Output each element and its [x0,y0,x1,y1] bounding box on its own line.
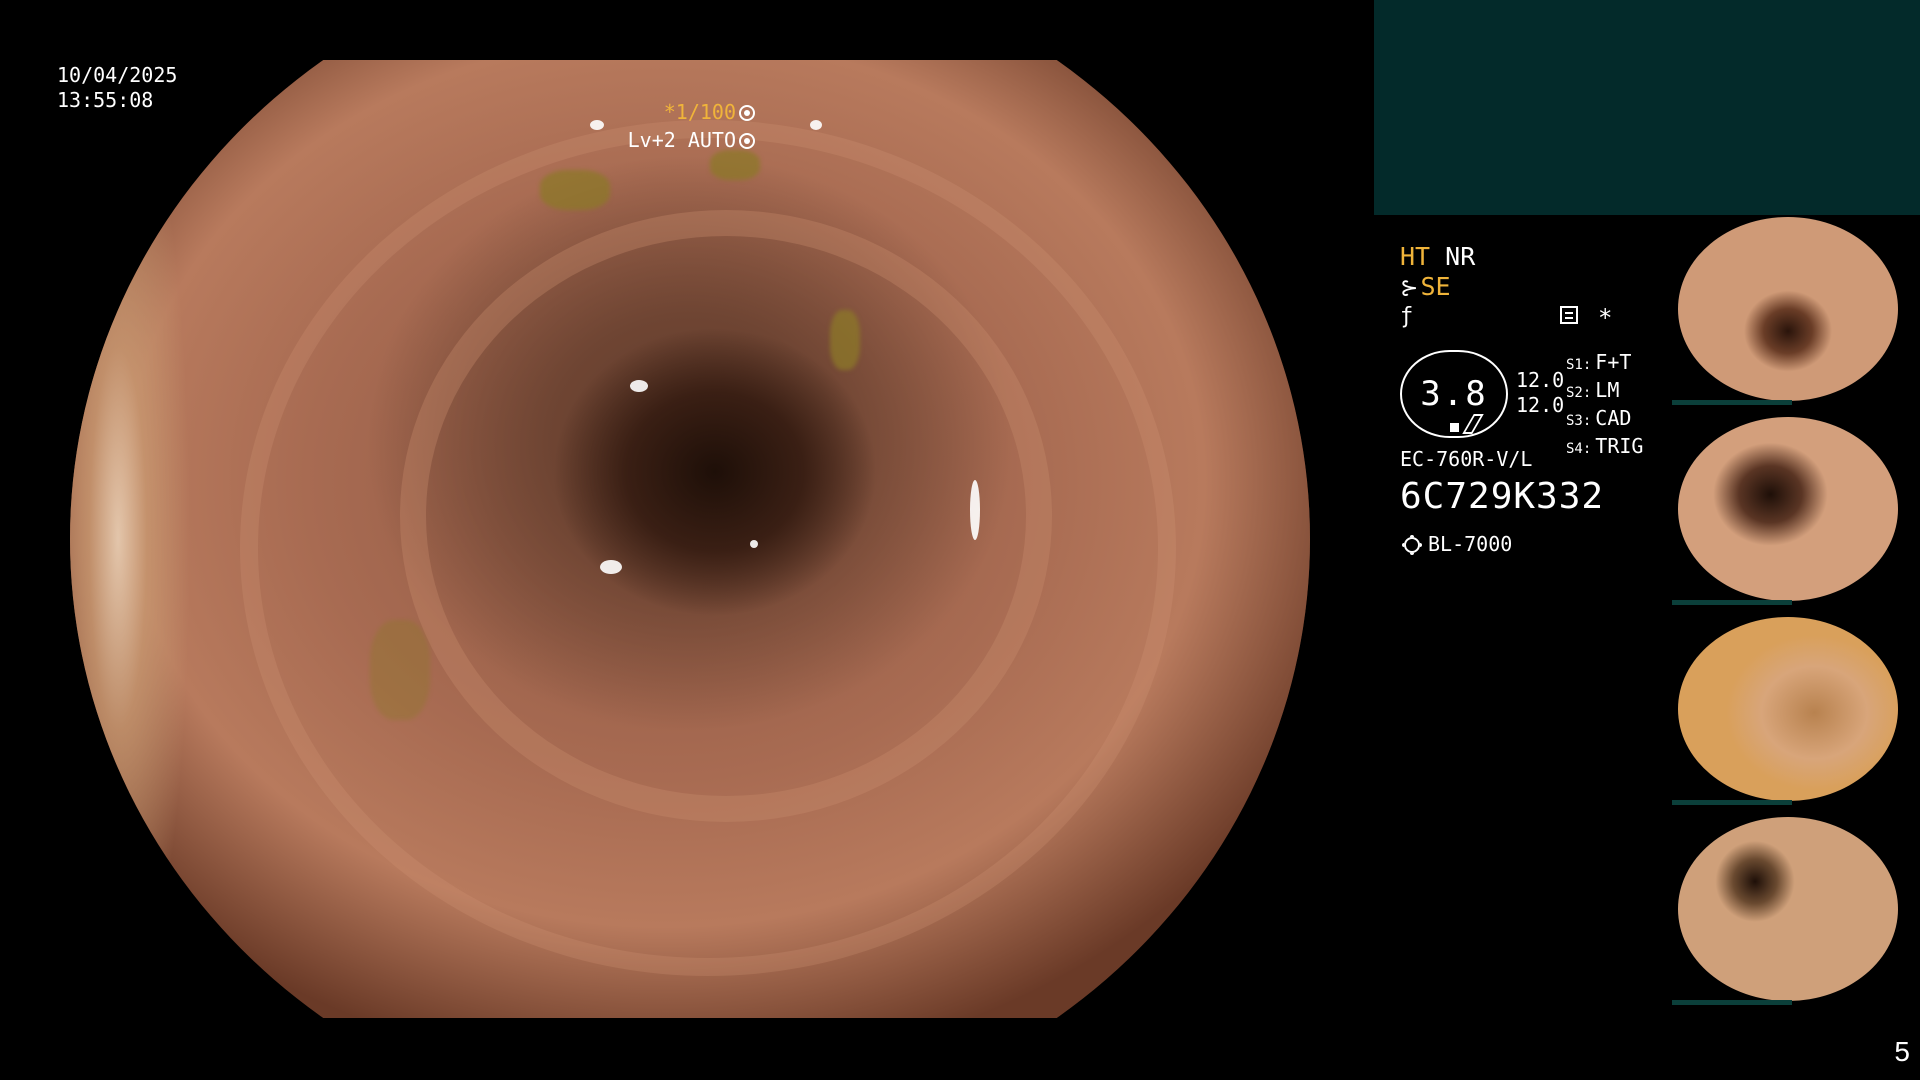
structure-enhance-icon: ⊱ [1400,276,1419,301]
value-column: 12.0 12.0 [1516,368,1564,418]
switch-key: S3: [1566,413,1592,429]
magnification-badge: 3.8 [1400,350,1508,438]
light-glare [590,120,604,130]
scope-serial: 6C729K332 [1400,476,1605,517]
ht-label: HT [1400,242,1431,271]
se-line: ⊱SE [1400,272,1451,301]
thumbnail-bar [1672,1000,1792,1005]
light-glare [970,480,980,540]
thumbnail-2[interactable] [1672,415,1904,605]
nr-label: NR [1445,242,1476,271]
info-header-box [1374,0,1920,215]
ht-nr-line: HT NR [1400,242,1475,271]
thumbnail-1[interactable] [1672,215,1904,405]
light-source-line: BL-7000 [1400,532,1512,556]
thumbnail-3[interactable] [1672,615,1904,805]
badge-bend-icon [1462,414,1484,434]
shutter-icon [739,105,755,121]
debris-spot [540,170,610,210]
switch-item: S1: F+T [1566,350,1643,378]
thumbnail-bar [1672,400,1792,405]
mucosal-fold [240,120,1176,976]
date-text: 10/04/2025 [57,63,178,87]
light-glare [750,540,758,548]
se-label: SE [1420,272,1451,301]
debris-spot [370,620,430,720]
shutter-text: *1/100 [663,100,736,124]
switch-key: S1: [1566,357,1592,373]
star-mark: * [1598,304,1613,332]
switch-key: S2: [1566,385,1592,401]
thumbnail-bar [1672,800,1792,805]
scope-model: EC-760R-V/L [1400,447,1533,471]
light-glare [600,560,622,574]
captured-thumbnails [1672,215,1920,1015]
switch-key: S4: [1566,441,1592,457]
level-text: Lv+2 AUTO [627,128,736,152]
thumbnail-4[interactable] [1672,815,1904,1005]
scope-switch-list: S1: F+T S2: LM S3: CAD S4: TRIG [1566,350,1643,462]
debris-spot [710,150,760,180]
switch-value: F+T [1595,350,1632,374]
badge-square-icon [1450,423,1459,432]
filter-icon: ƒ [1400,304,1414,329]
time-text: 13:55:08 [57,88,154,112]
auto-icon [739,133,755,149]
switch-item: S4: TRIG [1566,434,1643,462]
thumbnail-image [1678,817,1898,1001]
value-1: 12.0 [1516,368,1565,392]
debris-spot [830,310,860,370]
endoscope-live-image [70,60,1310,1018]
thumbnail-image [1678,617,1898,801]
switch-value: LM [1595,378,1620,402]
value-2: 12.0 [1516,393,1565,417]
badge-value: 3.8 [1420,374,1488,414]
light-source-label: BL-7000 [1428,532,1513,556]
scope-light-rim [70,60,190,1018]
thumbnail-image [1678,217,1898,401]
switch-item: S2: LM [1566,378,1643,406]
page-number: 5 [1894,1036,1910,1067]
thumbnail-image [1678,417,1898,601]
light-glare [810,120,822,130]
endoscopy-screen: 10/04/2025 13:55:08 *1/100 Lv+2 AUTO HT … [0,0,1920,1080]
switch-value: TRIG [1595,434,1644,458]
switch-item: S3: CAD [1566,406,1643,434]
light-source-icon [1404,537,1420,553]
menu-icon [1560,306,1578,324]
thumbnail-bar [1672,600,1792,605]
light-glare [630,380,648,392]
datetime-readout: 10/04/2025 13:55:08 [57,63,177,113]
switch-value: CAD [1595,406,1632,430]
exposure-readout: *1/100 Lv+2 AUTO [628,98,755,154]
